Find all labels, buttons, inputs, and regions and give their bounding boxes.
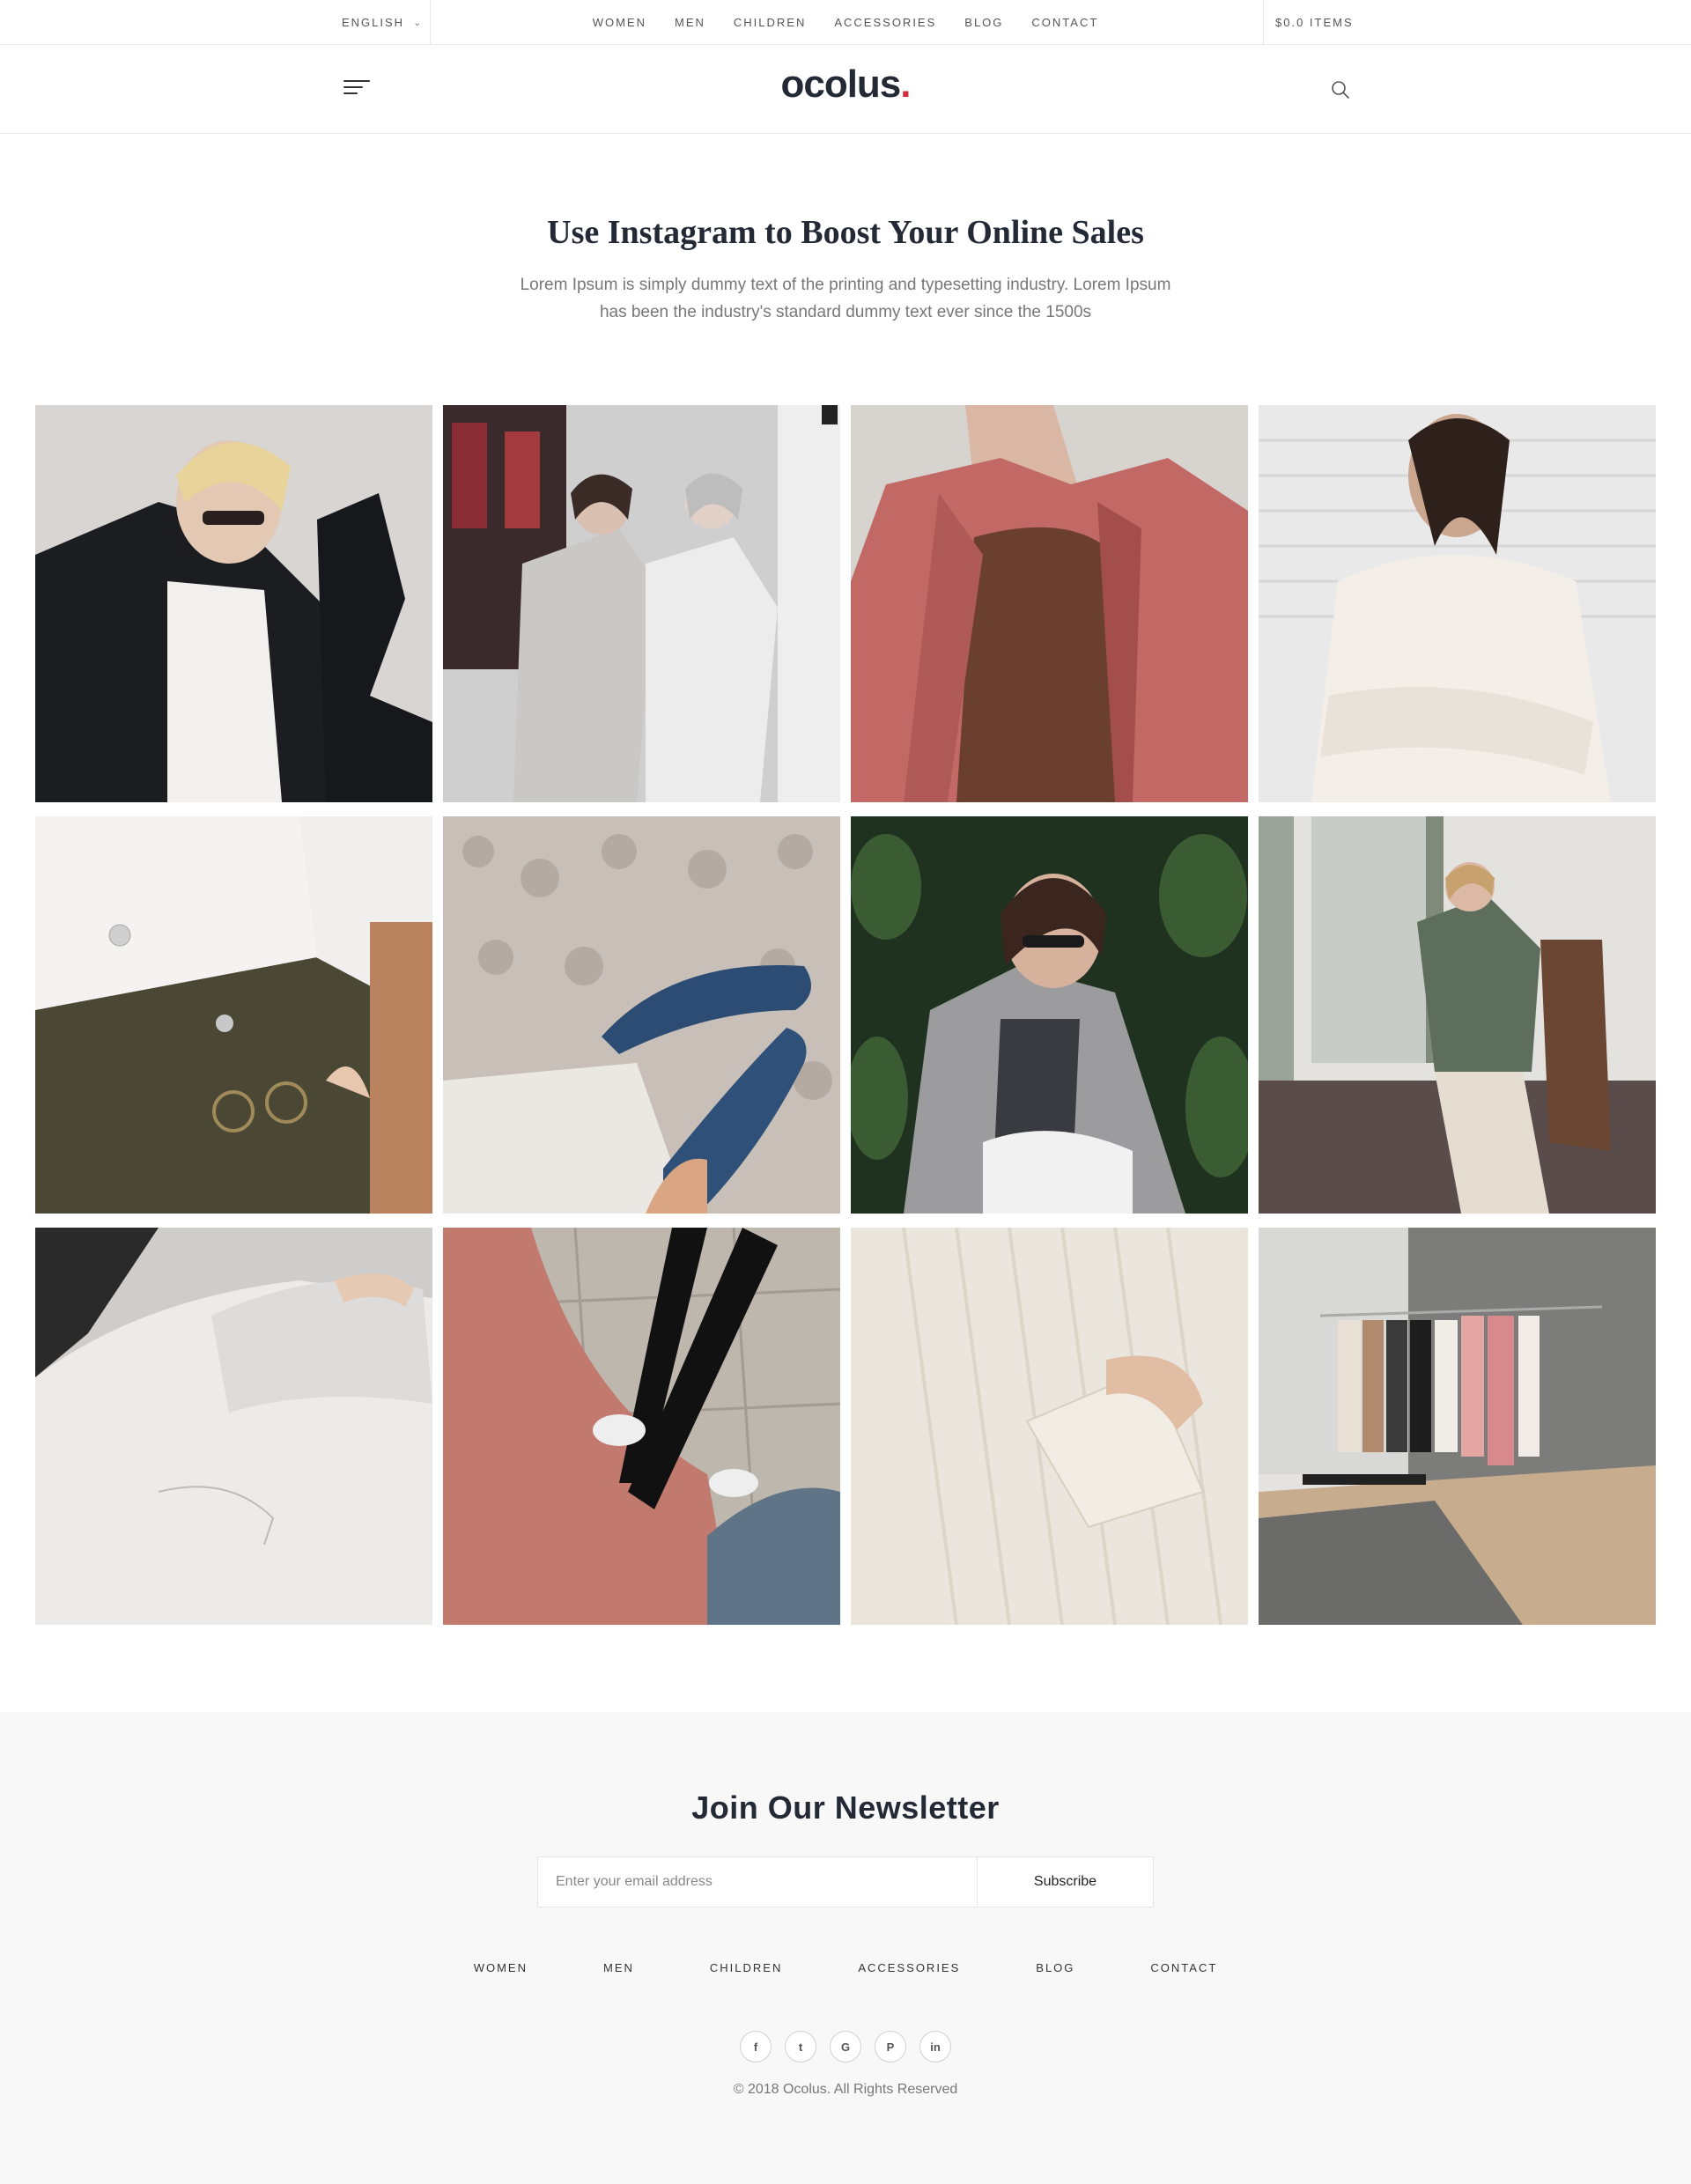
chevron-down-icon: ⌄ <box>413 17 424 28</box>
divider <box>430 0 431 44</box>
gallery-photo-12[interactable] <box>1259 1228 1656 1625</box>
gallery-photo-7[interactable] <box>851 816 1248 1214</box>
newsletter-form: Subscribe <box>537 1856 1154 1907</box>
language-selector[interactable]: ENGLISH ⌄ <box>342 0 430 44</box>
google-icon[interactable]: G <box>830 2031 861 2062</box>
top-nav-contact[interactable]: CONTACT <box>1031 16 1098 29</box>
copyright: © 2018 Ocolus. All Rights Reserved <box>733 2082 958 2097</box>
language-label: ENGLISH <box>342 15 405 29</box>
top-nav-blog[interactable]: BLOG <box>964 16 1003 29</box>
instagram-gallery <box>35 405 1656 1625</box>
gallery-photo-10[interactable] <box>443 1228 840 1625</box>
footer-nav: WOMEN MEN CHILDREN ACCESSORIES BLOG CONT… <box>0 1961 1691 1974</box>
footer-nav-blog[interactable]: BLOG <box>1036 1961 1074 1974</box>
gallery-photo-6[interactable] <box>443 816 840 1214</box>
footer-nav-contact[interactable]: CONTACT <box>1150 1961 1217 1974</box>
logo[interactable]: ocolus. <box>0 63 1691 107</box>
linkedin-icon[interactable]: in <box>919 2031 951 2062</box>
top-bar: ENGLISH ⌄ WOMEN MEN CHILDREN ACCESSORIES… <box>0 0 1691 45</box>
newsletter-title: Join Our Newsletter <box>691 1789 1000 1826</box>
footer: Join Our Newsletter Subscribe WOMEN MEN … <box>0 1712 1691 2184</box>
gallery-photo-3[interactable] <box>851 405 1248 802</box>
main-header: ocolus. <box>0 45 1691 134</box>
gallery-photo-2[interactable] <box>443 405 840 802</box>
gallery-photo-1[interactable] <box>35 405 432 802</box>
facebook-icon[interactable]: f <box>740 2031 772 2062</box>
logo-dot: . <box>900 63 911 106</box>
footer-nav-men[interactable]: MEN <box>603 1961 634 1974</box>
gallery-photo-11[interactable] <box>851 1228 1248 1625</box>
divider <box>1263 0 1264 44</box>
logo-text: ocolus <box>780 63 901 106</box>
subscribe-button[interactable]: Subscribe <box>977 1857 1153 1907</box>
gallery-photo-5[interactable] <box>35 816 432 1214</box>
footer-nav-accessories[interactable]: ACCESSORIES <box>858 1961 960 1974</box>
gallery-photo-8[interactable] <box>1259 816 1656 1214</box>
social-links: f t G P in <box>0 2031 1691 2062</box>
footer-nav-women[interactable]: WOMEN <box>474 1961 528 1974</box>
top-nav-accessories[interactable]: ACCESSORIES <box>834 16 936 29</box>
top-nav: WOMEN MEN CHILDREN ACCESSORIES BLOG CONT… <box>0 0 1691 44</box>
page-title: Use Instagram to Boost Your Online Sales <box>547 214 1144 251</box>
twitter-icon[interactable]: t <box>785 2031 816 2062</box>
pinterest-icon[interactable]: P <box>875 2031 906 2062</box>
top-nav-children[interactable]: CHILDREN <box>734 16 806 29</box>
top-nav-women[interactable]: WOMEN <box>593 16 646 29</box>
intro-text: Lorem Ipsum is simply dummy text of the … <box>520 276 1171 321</box>
footer-nav-children[interactable]: CHILDREN <box>710 1961 782 1974</box>
gallery-photo-4[interactable] <box>1259 405 1656 802</box>
gallery-photo-9[interactable] <box>35 1228 432 1625</box>
cart-summary[interactable]: $0.0 ITEMS <box>1275 0 1354 44</box>
search-icon[interactable] <box>1331 80 1350 100</box>
email-field[interactable] <box>538 1857 977 1907</box>
top-nav-men[interactable]: MEN <box>675 16 705 29</box>
